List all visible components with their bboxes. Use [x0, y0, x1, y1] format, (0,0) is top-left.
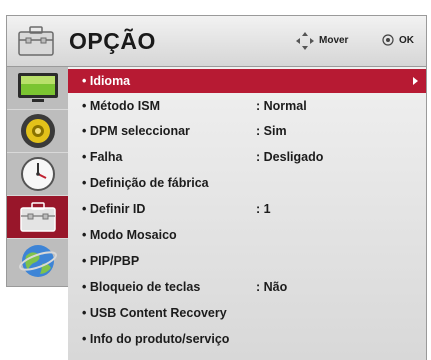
menu-item-value: : Não [256, 280, 288, 294]
menu-item-label: • Info do produto/serviço [82, 332, 230, 346]
time-icon [20, 157, 55, 191]
menu-item-label: • Definição de fábrica [82, 176, 209, 190]
menu-header: OPÇÃO Mover OK [6, 15, 427, 67]
picture-icon [17, 73, 58, 102]
menu-item-product-info[interactable]: • Info do produto/serviço [68, 327, 426, 351]
menu-item-label: • Idioma [82, 74, 131, 88]
sidebar-item-time[interactable] [7, 153, 68, 196]
sidebar-item-option[interactable] [7, 196, 68, 239]
menu-item-language[interactable]: • Idioma [68, 69, 426, 93]
navigation-arrows-icon [296, 32, 314, 50]
menu-item-set-id[interactable]: • Definir ID : 1 [68, 197, 426, 221]
menu-item-value: : Desligado [256, 150, 324, 164]
menu-item-label: • PIP/PBP [82, 254, 140, 268]
menu-item-pip-pbp[interactable]: • PIP/PBP [68, 249, 426, 273]
menu-item-factory-reset[interactable]: • Definição de fábrica [68, 171, 426, 195]
menu-item-ism-method[interactable]: • Método ISM : Normal [68, 94, 426, 118]
ok-hint-label: OK [399, 35, 414, 46]
submenu-arrow-icon [413, 77, 418, 85]
menu-item-tile-mode[interactable]: • Modo Mosaico [68, 223, 426, 247]
category-sidebar [6, 67, 68, 287]
option-menu-list: • Idioma • Método ISM : Normal • DPM sel… [68, 67, 427, 360]
sidebar-item-network[interactable] [7, 239, 68, 282]
menu-item-usb-content-recovery[interactable]: • USB Content Recovery [68, 301, 426, 325]
option-icon [19, 202, 56, 232]
ok-button-icon [382, 34, 394, 46]
move-hint-label: Mover [319, 35, 349, 46]
menu-item-label: • Falha [82, 150, 123, 164]
menu-item-label: • USB Content Recovery [82, 306, 227, 320]
menu-item-value: : Normal [256, 99, 307, 113]
menu-item-key-lock[interactable]: • Bloqueio de teclas : Não [68, 275, 426, 299]
sidebar-item-audio[interactable] [7, 110, 68, 153]
toolbox-icon [18, 26, 54, 56]
sidebar-item-picture[interactable] [7, 67, 68, 110]
menu-item-dpm-select[interactable]: • DPM seleccionar : Sim [68, 119, 426, 143]
menu-item-value: : 1 [256, 202, 271, 216]
audio-icon [20, 114, 55, 148]
page-title: OPÇÃO [69, 28, 156, 54]
menu-item-label: • Bloqueio de teclas [82, 280, 201, 294]
menu-item-value: : Sim [256, 124, 287, 138]
menu-item-fail-over[interactable]: • Falha : Desligado [68, 145, 426, 169]
menu-item-label: • Método ISM [82, 99, 160, 113]
menu-item-label: • Modo Mosaico [82, 228, 177, 242]
menu-item-label: • DPM seleccionar [82, 124, 190, 138]
network-icon [18, 244, 57, 277]
menu-item-label: • Definir ID [82, 202, 146, 216]
option-menu-osd: OPÇÃO Mover OK • Idioma • Método ISM: N… [0, 0, 431, 360]
